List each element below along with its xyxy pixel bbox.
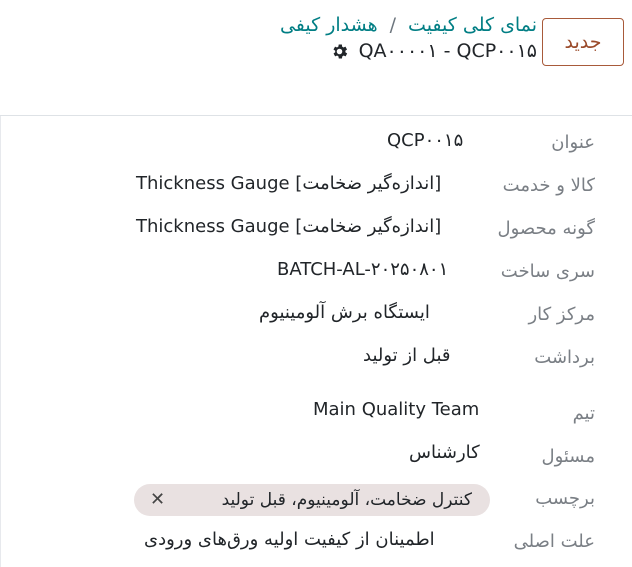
field-label: علت اصلی bbox=[513, 531, 595, 552]
field-label: سری ساخت bbox=[500, 261, 595, 282]
tag-badge[interactable]: ✕ کنترل ضخامت، آلومینیوم، قبل تولید bbox=[134, 484, 490, 516]
breadcrumb-separator: / bbox=[389, 14, 397, 36]
control-panel: جدید نمای کلی کیفیت / هشدار کیفی QA۰۰۰۰۱… bbox=[0, 0, 632, 116]
field-label: مسئول bbox=[541, 446, 595, 467]
gear-icon[interactable] bbox=[330, 42, 349, 61]
breadcrumb: نمای کلی کیفیت / هشدار کیفی bbox=[280, 14, 537, 36]
record-title: QA۰۰۰۰۱ - QCP۰۰۱۵ bbox=[358, 40, 537, 62]
field-responsible: مسئول کارشناس bbox=[1, 442, 632, 478]
responsible-value[interactable]: کارشناس bbox=[409, 442, 480, 463]
picking-value[interactable]: قبل از تولید bbox=[363, 345, 450, 366]
record-title-line: QA۰۰۰۰۱ - QCP۰۰۱۵ bbox=[330, 40, 537, 62]
field-tags: برچسب ✕ کنترل ضخامت، آلومینیوم، قبل تولی… bbox=[1, 484, 632, 520]
field-product: کالا و خدمت Thickness Gauge [اندازه‌گیر … bbox=[1, 171, 632, 207]
title-value[interactable]: QCP۰۰۱۵ bbox=[387, 130, 463, 151]
field-label: برچسب bbox=[535, 488, 595, 509]
field-label: مرکز کار bbox=[528, 304, 595, 325]
field-label: کالا و خدمت bbox=[502, 175, 595, 196]
field-root-cause: علت اصلی اطمینان از کیفیت اولیه ورق‌های … bbox=[1, 527, 632, 563]
breadcrumb-quality-alerts[interactable]: هشدار کیفی bbox=[280, 14, 378, 36]
form-sheet: عنوان QCP۰۰۱۵ کالا و خدمت Thickness Gaug… bbox=[0, 116, 632, 567]
field-team: تیم Main Quality Team bbox=[1, 399, 632, 435]
workcenter-value[interactable]: ایستگاه برش آلومینیوم bbox=[259, 302, 430, 323]
field-product-variant: گونه محصول Thickness Gauge [اندازه‌گیر ض… bbox=[1, 214, 632, 250]
product-value[interactable]: Thickness Gauge [اندازه‌گیر ضخامت] bbox=[136, 173, 441, 194]
field-title: عنوان QCP۰۰۱۵ bbox=[1, 128, 632, 164]
field-label: تیم bbox=[572, 403, 595, 424]
field-label: برداشت bbox=[534, 347, 595, 368]
product-variant-value[interactable]: Thickness Gauge [اندازه‌گیر ضخامت] bbox=[136, 216, 441, 237]
field-label: عنوان bbox=[551, 132, 595, 153]
close-icon[interactable]: ✕ bbox=[150, 490, 165, 510]
field-lot: سری ساخت BATCH-AL-۲۰۲۵۰۸۰۱ bbox=[1, 257, 632, 293]
field-picking: برداشت قبل از تولید bbox=[1, 343, 632, 379]
root-cause-value[interactable]: اطمینان از کیفیت اولیه ورق‌های ورودی bbox=[144, 529, 435, 550]
new-button[interactable]: جدید bbox=[542, 18, 624, 66]
team-value[interactable]: Main Quality Team bbox=[313, 399, 479, 420]
tag-label: کنترل ضخامت، آلومینیوم، قبل تولید bbox=[221, 490, 472, 510]
field-workcenter: مرکز کار ایستگاه برش آلومینیوم bbox=[1, 300, 632, 336]
breadcrumb-quality-overview[interactable]: نمای کلی کیفیت bbox=[408, 14, 537, 36]
field-label: گونه محصول bbox=[497, 218, 596, 239]
lot-value[interactable]: BATCH-AL-۲۰۲۵۰۸۰۱ bbox=[277, 259, 448, 280]
